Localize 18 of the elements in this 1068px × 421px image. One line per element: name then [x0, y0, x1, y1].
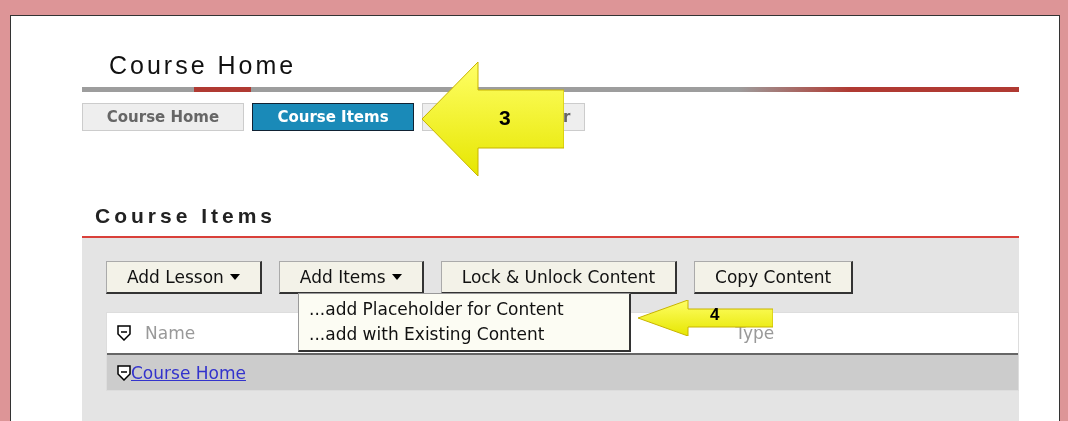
collapse-icon[interactable]: [117, 364, 131, 381]
toolbar-button[interactable]: Lock & Unlock Content: [440, 261, 678, 295]
toolbar-button[interactable]: Add Lesson: [106, 261, 262, 295]
column-header: Name: [145, 323, 196, 344]
arrow-icon: [422, 62, 564, 176]
section-title: Course Items: [94, 204, 278, 229]
tab[interactable]: r: [563, 103, 585, 132]
page-title: Course Home: [108, 51, 298, 79]
tab[interactable]: Course Items: [252, 103, 414, 132]
lesson-link[interactable]: Course Home: [131, 362, 246, 383]
menu-item[interactable]: ...add with Existing Content: [309, 322, 619, 348]
toolbar-button[interactable]: Copy Content: [694, 261, 854, 295]
toolbar-button[interactable]: Add Items: [278, 261, 424, 295]
tab[interactable]: Course Home: [82, 103, 244, 132]
callout-number: 4: [710, 305, 720, 325]
collapse-icon[interactable]: [117, 325, 131, 342]
menu-item[interactable]: ...add Placeholder for Content: [309, 297, 619, 323]
callout-number: 3: [499, 106, 511, 130]
